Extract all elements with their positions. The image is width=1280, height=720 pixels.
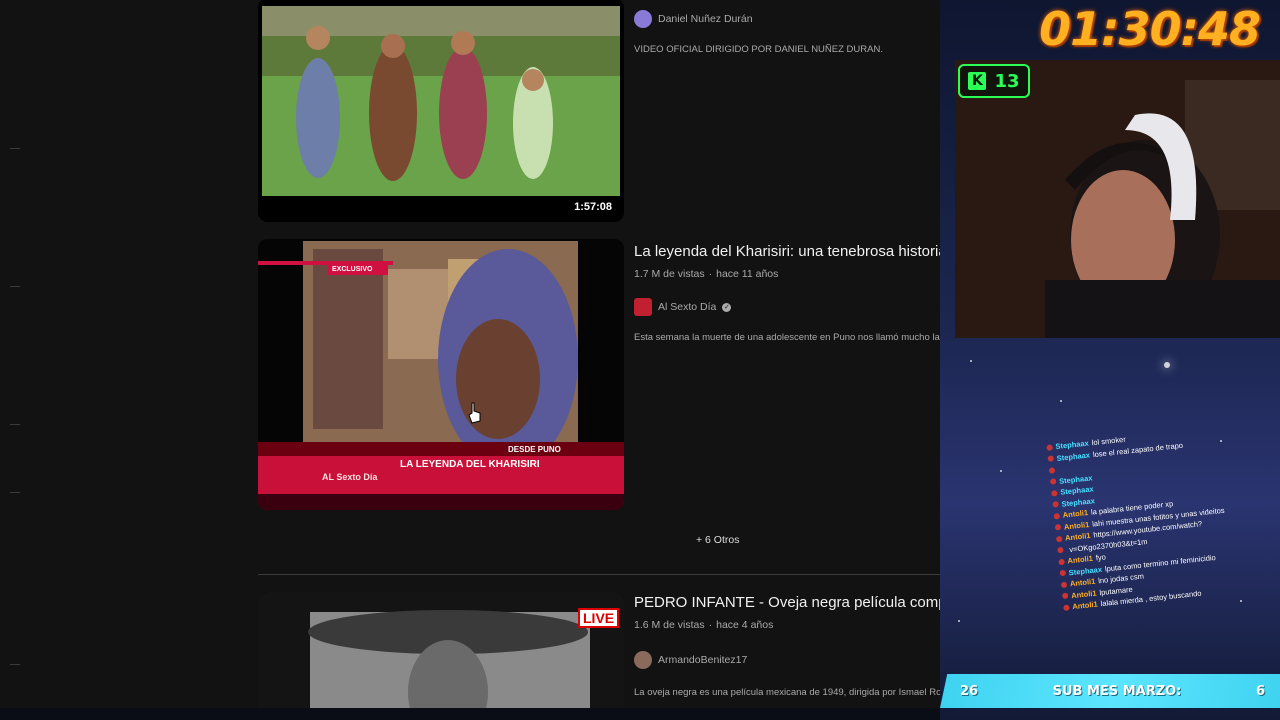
chat-badge-icon [1046, 444, 1053, 451]
star [1240, 600, 1242, 602]
kick-follower-badge: K 13 [958, 64, 1030, 98]
video-duration: 1:57:08 [570, 200, 616, 214]
kick-count: 13 [994, 70, 1020, 92]
thumbnail-image [258, 592, 624, 708]
star [958, 620, 960, 622]
chat-badge-icon [1052, 501, 1059, 508]
channel-avatar[interactable] [634, 651, 652, 669]
left-gutter [0, 0, 258, 708]
channel-name[interactable]: Al Sexto Día [658, 301, 716, 313]
view-count: 1.6 M de vistas [634, 619, 705, 631]
chat-badge-icon [1051, 489, 1058, 497]
thumbnail-brand: AL Sexto Día [322, 472, 378, 482]
video-description: La oveja negra es una película mexicana … [634, 687, 940, 698]
chat-badge-icon [1058, 558, 1065, 566]
section-divider [258, 574, 940, 575]
gutter-tick [10, 286, 20, 287]
webcam-feed [955, 60, 1280, 338]
chat-badge-icon [1059, 569, 1067, 577]
gutter-tick [10, 148, 20, 149]
chat-overlay: Stephaax lol smoker Stephaax lose el real z… [1046, 421, 1263, 613]
mouse-cursor-icon [468, 402, 481, 424]
chat-badge-icon [1049, 478, 1057, 486]
chat-badge-icon [1047, 455, 1055, 463]
thumbnail-location: DESDE PUNO [508, 445, 561, 454]
upload-age: hace 11 años [716, 268, 779, 280]
more-results-link[interactable]: + 6 Otros [696, 534, 739, 546]
video-title[interactable]: PEDRO INFANTE - Oveja negra película com… [634, 593, 940, 613]
video-thumbnail[interactable]: EXCLUSIVO DESDE PUNO LA LEYENDA DEL KHAR… [258, 239, 624, 510]
kick-logo-icon: K [968, 72, 987, 90]
verified-icon: ✓ [722, 302, 732, 312]
chat-badge-icon [1054, 524, 1062, 531]
thumbnail-image [258, 0, 624, 222]
chat-text: fyo [1095, 552, 1107, 563]
gutter-tick [10, 664, 20, 665]
chat-badge-icon [1057, 547, 1064, 554]
view-count: 1.7 M de vistas [634, 268, 705, 280]
video-description: Esta semana la muerte de una adolescente… [634, 332, 940, 343]
video-thumbnail[interactable]: 1:57:08 [258, 0, 624, 222]
chat-badge-icon [1061, 592, 1069, 600]
chat-badge-icon [1063, 604, 1070, 611]
chat-badge-icon [1048, 466, 1056, 474]
thumbnail-tag: EXCLUSIVO [332, 266, 373, 273]
stream-timer: 01:30:48 [1039, 2, 1261, 56]
chat-badge-icon [1060, 581, 1068, 588]
video-meta: 1.7 M de vistas · hace 11 años [634, 268, 940, 280]
channel-row[interactable]: Daniel Nuñez Durán [634, 10, 940, 28]
star [1164, 362, 1170, 368]
meta-separator: · [708, 268, 713, 280]
gutter-tick [10, 424, 20, 425]
video-meta: 1.6 M de vistas · hace 4 años [634, 619, 940, 631]
channel-row[interactable]: ArmandoBenitez17 [634, 651, 940, 669]
thumbnail-caption: LA LEYENDA DEL KHARISIRI [400, 459, 540, 470]
video-info: Daniel Nuñez Durán VIDEO OFICIAL DIRIGID… [634, 10, 940, 55]
chat-badge-icon [1055, 535, 1063, 543]
bottom-strip [0, 708, 940, 720]
channel-name[interactable]: ArmandoBenitez17 [658, 654, 747, 666]
star [1060, 400, 1062, 402]
channel-name[interactable]: Daniel Nuñez Durán [658, 13, 753, 25]
video-info: La leyenda del Kharisiri: una tenebrosa … [634, 242, 940, 343]
video-description: VIDEO OFICIAL DIRIGIDO POR DANIEL NUÑEZ … [634, 44, 883, 55]
sub-goal-content: 26 SUB MES MARZO: 6 [950, 674, 1275, 708]
gutter-tick [10, 492, 20, 493]
sub-goal-left-count: 26 [960, 683, 979, 699]
video-info: PEDRO INFANTE - Oveja negra película com… [634, 593, 940, 698]
webcam-image [955, 60, 1280, 338]
channel-row[interactable]: Al Sexto Día ✓ [634, 298, 940, 316]
star [1000, 470, 1002, 472]
video-thumbnail[interactable]: LIVE [258, 592, 624, 708]
meta-separator: · [708, 619, 713, 631]
sub-goal-label: SUB MES MARZO: [1052, 683, 1182, 699]
search-results-panel: 1:57:08 Daniel Nuñez Durán VIDEO OFICIAL… [0, 0, 940, 708]
live-badge: LIVE [578, 608, 620, 628]
channel-avatar[interactable] [634, 10, 652, 28]
chat-username: Antoli1 [1071, 599, 1099, 612]
upload-age: hace 4 años [716, 619, 774, 631]
sub-goal-right-count: 6 [1255, 683, 1265, 699]
channel-avatar[interactable] [634, 298, 652, 316]
star [970, 360, 972, 362]
video-title[interactable]: La leyenda del Kharisiri: una tenebrosa … [634, 242, 940, 262]
chat-badge-icon [1053, 512, 1061, 520]
